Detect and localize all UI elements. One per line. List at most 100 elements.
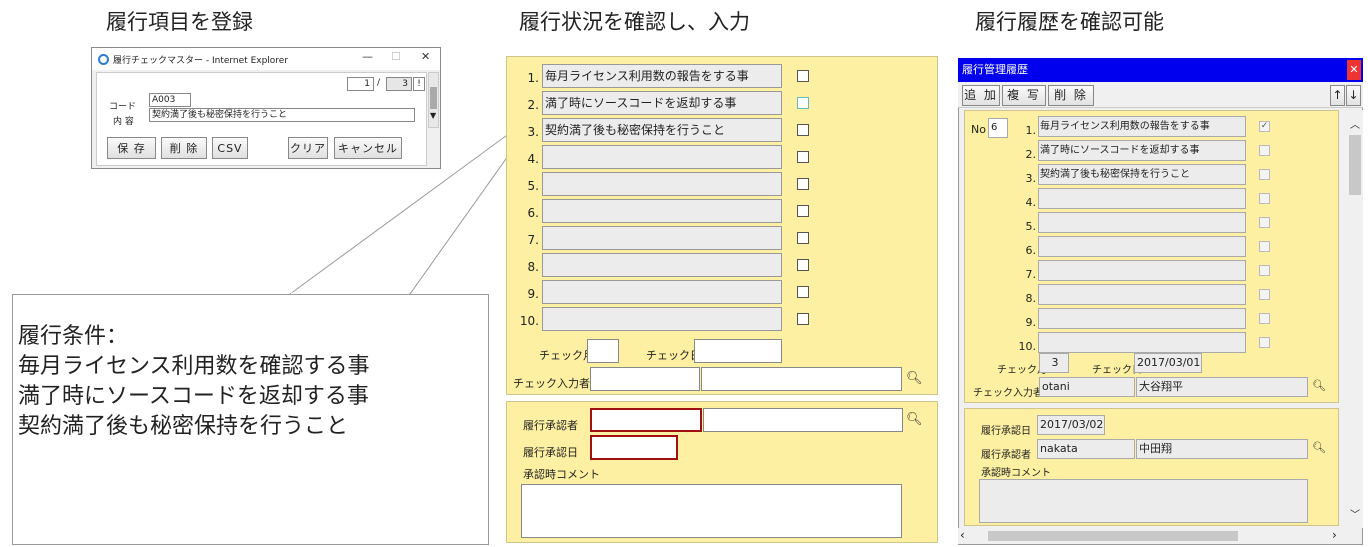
check-month-input[interactable] <box>587 339 619 363</box>
status-checklist-panel: 1. 毎月ライセンス利用数の報告をする事 2. 満了時にソースコードを返却する事… <box>506 56 938 395</box>
checklist-item-field[interactable] <box>542 145 782 169</box>
h-approve-date-value: 2017/03/02 <box>1037 415 1105 435</box>
h-checklist-item-field <box>1038 212 1246 233</box>
h-approver-search-icon[interactable]: 🔍︎ <box>1312 441 1326 454</box>
approval-panel: 履行承認者 🔍︎ 履行承認日 承認時コメント <box>506 401 938 543</box>
h-checklist-item-field <box>1038 284 1246 305</box>
row-number: 6. <box>527 206 539 220</box>
checklist-checkbox[interactable] <box>797 205 809 217</box>
checklist-checkbox[interactable] <box>797 286 809 298</box>
h-checklist-checkbox <box>1259 265 1270 276</box>
checklist-item-field[interactable] <box>542 253 782 277</box>
h-checklist-checkbox <box>1259 313 1270 324</box>
h-checklist-checkbox: ✓ <box>1259 121 1270 132</box>
approver-label: 履行承認者 <box>523 419 578 432</box>
h-approver-id: nakata <box>1037 439 1135 459</box>
row-number: 9. <box>527 287 539 301</box>
history-titlebar: 履行管理履歴 <box>958 58 1363 82</box>
approver-search-icon[interactable]: 🔍︎ <box>906 412 923 427</box>
checklist-checkbox[interactable] <box>797 232 809 244</box>
h-checklist-checkbox <box>1259 241 1270 252</box>
h-checklist-checkbox <box>1259 289 1270 300</box>
checker-search-icon[interactable]: 🔍︎ <box>906 371 923 386</box>
no-value: 6 <box>988 118 1008 138</box>
h-checklist-item-field: 毎月ライセンス利用数の報告をする事 <box>1038 116 1246 137</box>
h-checker-id: otani <box>1039 377 1135 397</box>
history-delete-button[interactable]: 削 除 <box>1048 85 1094 106</box>
h-checker-search-icon[interactable]: 🔍︎ <box>1312 379 1326 392</box>
checklist-checkbox[interactable] <box>797 151 809 163</box>
v-scroll-thumb[interactable] <box>1349 135 1361 195</box>
checker-id-input[interactable] <box>590 367 700 391</box>
approver-id-input[interactable] <box>590 408 702 432</box>
scroll-up-icon[interactable]: ︿ <box>1350 116 1360 131</box>
h-row-number: 3. <box>1025 172 1037 185</box>
h-scroll-thumb[interactable] <box>988 531 1238 541</box>
callout-text: 履行条件： 毎月ライセンス利用数を確認する事 満了時にソースコードを返却する事 … <box>18 324 370 439</box>
row-number: 8. <box>527 260 539 274</box>
copy-button[interactable]: 複 写 <box>1002 85 1046 106</box>
h-checklist-checkbox <box>1259 169 1270 180</box>
h-comment-box <box>979 479 1308 523</box>
check-day-input[interactable] <box>694 339 782 363</box>
row-number: 7. <box>527 233 539 247</box>
h-checklist-item-field: 契約満了後も秘密保持を行うこと <box>1038 164 1246 185</box>
h-approve-date-label: 履行承認日 <box>981 426 1031 437</box>
up-arrow-button[interactable]: ↑ <box>1330 85 1345 106</box>
h-row-number: 1. <box>1025 124 1037 137</box>
checklist-checkbox[interactable] <box>797 124 809 136</box>
checklist-checkbox[interactable] <box>797 178 809 190</box>
h-row-number: 2. <box>1025 148 1037 161</box>
history-close-button[interactable]: ✕ <box>1347 60 1361 80</box>
checklist-checkbox[interactable] <box>797 97 809 109</box>
checklist-checkbox[interactable] <box>797 70 809 82</box>
row-number: 2. <box>527 98 539 112</box>
comment-label: 承認時コメント <box>523 468 600 481</box>
approve-date-label: 履行承認日 <box>523 446 578 459</box>
row-number: 1. <box>527 71 539 85</box>
h-row-number: 7. <box>1025 268 1037 281</box>
checker-label: チェック入力者 <box>513 377 590 390</box>
checklist-checkbox[interactable] <box>797 313 809 325</box>
approve-date-input[interactable] <box>590 435 678 460</box>
h-row-number: 4. <box>1025 196 1037 209</box>
h-row-number: 9. <box>1025 316 1037 329</box>
scroll-down-arrow-icon[interactable]: ﹀ <box>1350 506 1360 521</box>
h-row-number: 8. <box>1025 292 1037 305</box>
checklist-item-field[interactable] <box>542 307 782 331</box>
checklist-item-field[interactable]: 契約満了後も秘密保持を行うこと <box>542 118 782 142</box>
row-number: 10. <box>519 314 539 328</box>
down-arrow-button[interactable]: ↓ <box>1346 85 1361 106</box>
history-checklist-panel: No 6 1. 毎月ライセンス利用数の報告をする事 ✓ 2. 満了時にソースコード… <box>964 110 1339 403</box>
h-checklist-item-field <box>1038 260 1246 281</box>
h-checklist-checkbox <box>1259 193 1270 204</box>
history-horizontal-scrollbar[interactable]: ‹ › <box>958 528 1348 544</box>
h-check-day-value: 2017/03/01 <box>1134 353 1202 373</box>
h-row-number: 5. <box>1025 220 1037 233</box>
h-approver-label: 履行承認者 <box>981 450 1031 461</box>
comment-textarea[interactable] <box>521 484 902 538</box>
h-row-number: 10. <box>1018 340 1037 353</box>
checklist-item-field[interactable] <box>542 199 782 223</box>
check-month-label: チェック月 <box>539 349 594 362</box>
h-checker-name: 大谷翔平 <box>1136 377 1308 397</box>
checklist-checkbox[interactable] <box>797 259 809 271</box>
scroll-left-icon[interactable]: ‹ <box>960 528 965 542</box>
h-checklist-checkbox <box>1259 145 1270 156</box>
add-button[interactable]: 追 加 <box>962 85 1000 106</box>
row-number: 3. <box>527 125 539 139</box>
checklist-item-field[interactable]: 毎月ライセンス利用数の報告をする事 <box>542 64 782 88</box>
h-checklist-item-field <box>1038 188 1246 209</box>
checklist-item-field[interactable] <box>542 280 782 304</box>
h-checklist-item-field <box>1038 332 1246 353</box>
h-checklist-item-field <box>1038 308 1246 329</box>
checklist-item-field[interactable]: 満了時にソースコードを返却する事 <box>542 91 782 115</box>
check-day-label: チェック日 <box>646 349 701 362</box>
checklist-item-field[interactable] <box>542 172 782 196</box>
no-label: No <box>971 123 986 136</box>
history-vertical-scrollbar[interactable]: ︿ ﹀ <box>1347 110 1363 528</box>
checklist-item-field[interactable] <box>542 226 782 250</box>
checker-name-input[interactable] <box>701 367 902 391</box>
approver-name-input[interactable] <box>703 408 903 432</box>
scroll-right-icon[interactable]: › <box>1332 528 1337 542</box>
